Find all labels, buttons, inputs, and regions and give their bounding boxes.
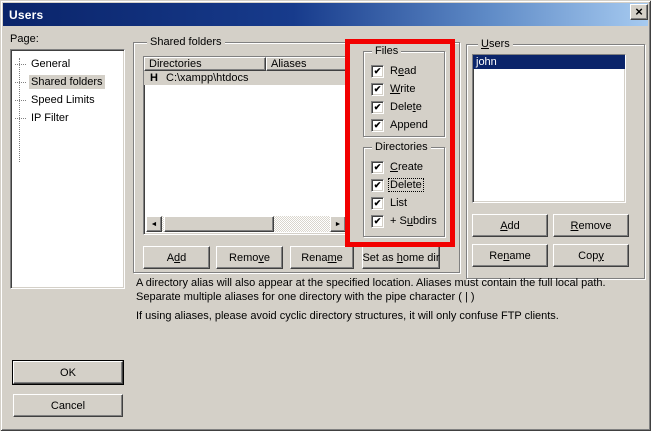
directory-path: C:\xampp\htdocs <box>166 72 249 84</box>
add-folder-button[interactable]: Add <box>143 246 210 269</box>
column-header-aliases[interactable]: Aliases <box>266 57 348 71</box>
alias-notes: A directory alias will also appear at th… <box>136 276 641 323</box>
home-dir-flag: H <box>150 72 166 84</box>
cancel-button[interactable]: Cancel <box>13 394 123 417</box>
rename-folder-button[interactable]: Rename <box>290 246 354 269</box>
alias-note-2: If using aliases, please avoid cyclic di… <box>136 309 641 323</box>
user-list-item[interactable]: john <box>473 55 625 69</box>
scroll-right-icon: ► <box>335 221 342 228</box>
title-bar[interactable]: Users <box>3 3 648 26</box>
tree-connector <box>15 118 26 119</box>
shared-folders-group-label: Shared folders <box>147 36 225 48</box>
remove-user-button[interactable]: Remove <box>553 214 629 237</box>
add-user-button[interactable]: Add <box>472 214 548 237</box>
horizontal-scrollbar[interactable]: ◄ ► <box>146 216 346 232</box>
page-list[interactable]: General Shared folders Speed Limits IP F… <box>10 49 125 289</box>
scroll-left-icon: ◄ <box>151 221 158 228</box>
window-title: Users <box>9 8 43 22</box>
copy-user-button[interactable]: Copy <box>553 244 629 267</box>
users-dialog: Users × Page: General Shared folders Spe… <box>0 0 651 431</box>
tree-connector <box>15 100 26 101</box>
table-header: Directories Aliases <box>144 57 348 71</box>
users-list[interactable]: john <box>472 54 626 203</box>
ok-button[interactable]: OK <box>13 361 123 384</box>
table-row[interactable]: H C:\xampp\htdocs <box>144 71 348 85</box>
tree-connector <box>15 64 26 65</box>
page-item-speed-limits[interactable]: Speed Limits <box>11 91 124 109</box>
page-item-general[interactable]: General <box>11 55 124 73</box>
scroll-thumb[interactable] <box>164 216 274 232</box>
users-group-label: Users <box>478 38 513 50</box>
rename-user-button[interactable]: Rename <box>472 244 548 267</box>
alias-note-1: A directory alias will also appear at th… <box>136 276 641 304</box>
scroll-right-button[interactable]: ► <box>330 216 346 232</box>
close-icon: × <box>635 5 643 18</box>
tree-connector <box>15 82 26 83</box>
page-item-ip-filter[interactable]: IP Filter <box>11 109 124 127</box>
page-label: Page: <box>10 33 39 45</box>
remove-folder-button[interactable]: Remove <box>216 246 283 269</box>
annotation-red-box <box>345 39 455 247</box>
close-button[interactable]: × <box>630 4 648 20</box>
scroll-left-button[interactable]: ◄ <box>146 216 162 232</box>
page-item-shared-folders[interactable]: Shared folders <box>11 73 124 91</box>
directories-table[interactable]: Directories Aliases H C:\xampp\htdocs ◄ … <box>143 56 349 235</box>
column-header-directories[interactable]: Directories <box>144 57 266 71</box>
set-home-dir-button[interactable]: Set as home dir <box>362 246 440 269</box>
